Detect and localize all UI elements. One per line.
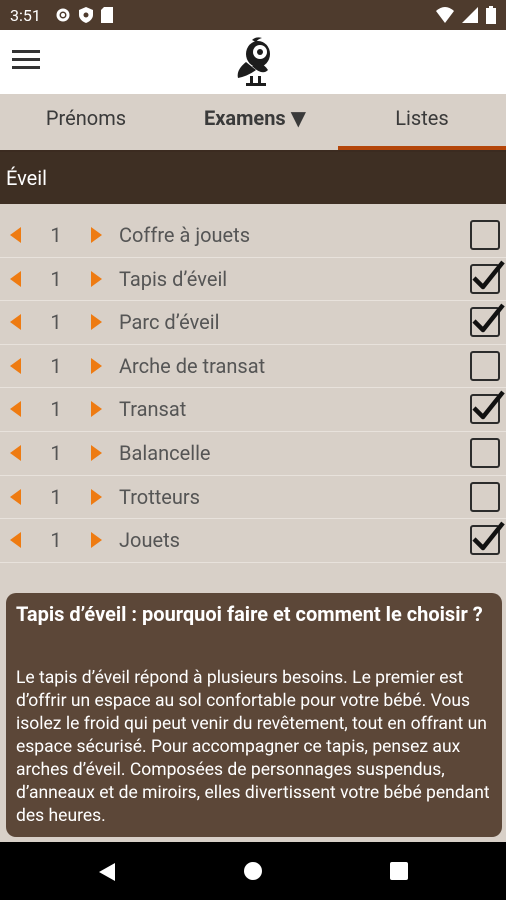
back-icon[interactable]	[99, 863, 115, 881]
decrease-arrow-icon[interactable]	[10, 357, 21, 374]
decrease-arrow-icon[interactable]	[10, 444, 21, 461]
sd-card-icon	[100, 7, 113, 23]
item-quantity: 1	[50, 528, 62, 553]
item-label: Jouets	[119, 528, 180, 553]
item-checkbox[interactable]	[470, 260, 505, 294]
item-quantity: 1	[50, 310, 62, 335]
tab-prenoms[interactable]: Prénoms	[0, 94, 172, 152]
increase-arrow-icon[interactable]	[91, 444, 102, 461]
info-card-title: Tapis d’éveil : pourquoi faire et commen…	[16, 602, 483, 626]
app-bar	[0, 30, 506, 94]
decrease-arrow-icon[interactable]	[10, 488, 21, 505]
increase-arrow-icon[interactable]	[91, 357, 102, 374]
item-quantity: 1	[50, 440, 62, 465]
tab-listes[interactable]: Listes	[338, 94, 506, 152]
hamburger-menu-icon[interactable]	[12, 48, 40, 72]
item-label: Arche de transat	[119, 353, 266, 378]
checkmark-icon	[472, 390, 505, 420]
increase-arrow-icon[interactable]	[91, 270, 102, 287]
wifi-icon	[436, 7, 454, 23]
checklist: 1 Coffre à jouets 1 Tapis d’éveil 1 Parc…	[0, 214, 506, 563]
status-bar: 3:51	[0, 0, 506, 30]
info-card-body: Le tapis d’éveil répond à plusieurs beso…	[16, 668, 490, 826]
battery-icon	[486, 6, 496, 24]
item-label: Tapis d’éveil	[119, 266, 228, 291]
checkmark-icon	[472, 260, 505, 289]
increase-arrow-icon[interactable]	[91, 227, 102, 243]
item-quantity: 1	[50, 484, 62, 509]
item-quantity: 1	[50, 266, 62, 291]
item-checkbox[interactable]	[470, 437, 500, 468]
item-checkbox[interactable]	[470, 303, 505, 338]
item-checkbox[interactable]	[470, 481, 500, 512]
system-nav-bar	[0, 842, 506, 900]
item-label: Trotteurs	[119, 484, 201, 509]
decrease-arrow-icon[interactable]	[10, 270, 21, 287]
item-quantity: 1	[50, 353, 62, 378]
item-checkbox[interactable]	[470, 220, 500, 250]
section-header: Éveil	[0, 152, 506, 204]
increase-arrow-icon[interactable]	[91, 532, 102, 549]
list-item: 1 Transat	[0, 388, 506, 432]
increase-arrow-icon[interactable]	[91, 401, 102, 418]
list-item: 1 Tapis d’éveil	[0, 258, 506, 302]
item-checkbox[interactable]	[470, 390, 505, 425]
item-checkbox[interactable]	[470, 350, 500, 381]
item-quantity: 1	[50, 223, 62, 247]
list-item: 1 Trotteurs	[0, 476, 506, 520]
item-label: Parc d’éveil	[119, 310, 220, 335]
decrease-arrow-icon[interactable]	[10, 532, 21, 549]
decrease-arrow-icon[interactable]	[10, 314, 21, 331]
item-label: Transat	[119, 397, 187, 422]
list-item: 1 Arche de transat	[0, 345, 506, 389]
item-checkbox[interactable]	[470, 521, 505, 556]
item-label: Coffre à jouets	[119, 223, 251, 247]
item-quantity: 1	[50, 397, 62, 422]
list-item: 1 Coffre à jouets	[0, 214, 506, 258]
recent-apps-icon[interactable]	[390, 862, 408, 880]
item-label: Balancelle	[119, 440, 211, 465]
status-time: 3:51	[10, 5, 41, 25]
gear-icon	[56, 8, 70, 22]
tab-bar: Prénoms Examens ▼ Listes	[0, 94, 506, 152]
checkmark-icon	[472, 521, 505, 551]
tab-examens-dropdown[interactable]: Examens ▼	[172, 94, 338, 152]
info-card: Tapis d’éveil : pourquoi faire et commen…	[6, 593, 502, 837]
increase-arrow-icon[interactable]	[91, 314, 102, 331]
list-item: 1 Balancelle	[0, 432, 506, 476]
section-title: Éveil	[6, 166, 48, 190]
decrease-arrow-icon[interactable]	[10, 401, 21, 418]
shield-icon	[78, 7, 93, 23]
decrease-arrow-icon[interactable]	[10, 227, 21, 243]
bird-logo	[237, 37, 270, 86]
increase-arrow-icon[interactable]	[91, 488, 102, 505]
signal-icon	[462, 7, 478, 23]
list-item: 1 Parc d’éveil	[0, 301, 506, 345]
checkmark-icon	[472, 303, 505, 333]
list-item: 1 Jouets	[0, 519, 506, 563]
home-icon[interactable]	[244, 862, 262, 880]
